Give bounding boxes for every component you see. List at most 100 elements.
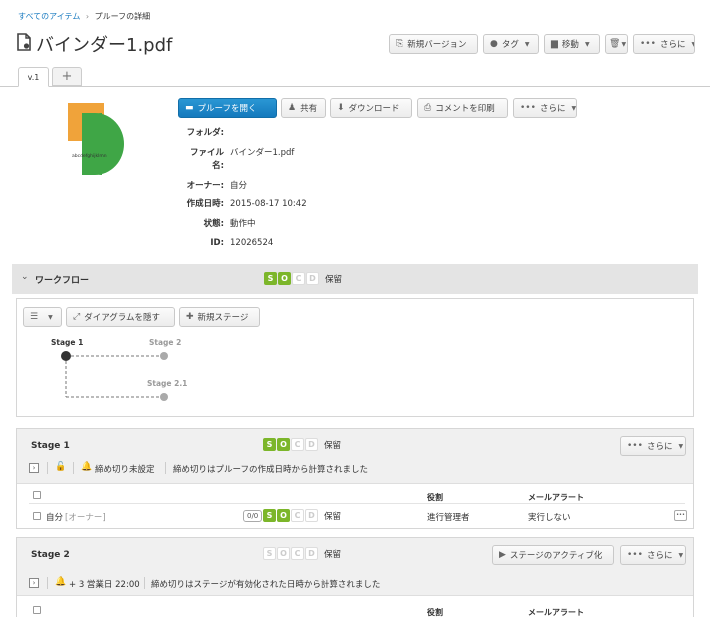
tag-label: タグ xyxy=(501,40,519,50)
stage2-node[interactable] xyxy=(160,352,168,360)
stage1-separator xyxy=(165,462,166,474)
stage1-expand-button[interactable]: › xyxy=(29,463,39,473)
stage2-deadline[interactable]: + 3 営業日 22:00 xyxy=(69,578,140,590)
chevron-down-icon: ⌄ xyxy=(21,272,29,282)
row-comment-count[interactable]: 0/0 xyxy=(243,510,263,522)
download-icon: ⬇ xyxy=(337,103,345,113)
stage2-select-all-checkbox[interactable] xyxy=(33,606,41,614)
unlock-icon[interactable]: 🔓 xyxy=(55,462,66,472)
row-menu-button[interactable]: ••• xyxy=(674,510,687,521)
status-d-badge: D xyxy=(305,509,318,522)
workflow-diagram xyxy=(61,351,168,401)
created-value: 2015-08-17 10:42 xyxy=(230,199,307,209)
row-alert: 実行しない xyxy=(528,513,571,523)
status-c-badge: C xyxy=(292,272,305,285)
delete-button[interactable]: 🗑 ▼ xyxy=(605,34,628,54)
row-status: S O C D 保留 xyxy=(263,509,341,522)
filename-value: バインダー1.pdf xyxy=(230,148,295,158)
move-button[interactable]: ▆ 移動 ▼ xyxy=(544,34,600,54)
stage1-more-button[interactable]: ••• さらに ▼ xyxy=(620,436,686,456)
download-button[interactable]: ⬇ ダウンロード xyxy=(330,98,412,118)
stage2-more-button[interactable]: ••• さらに ▼ xyxy=(620,545,686,565)
stage2-separator xyxy=(144,577,145,589)
stage1-select-all-checkbox[interactable] xyxy=(33,491,41,499)
row-role: 進行管理者 xyxy=(427,513,470,523)
folder-icon: ▆ xyxy=(551,39,558,49)
print-comments-label: コメントを印刷 xyxy=(435,104,495,114)
top-more-label: さらに xyxy=(659,40,686,50)
stage2-status: S O C D 保留 xyxy=(263,547,341,560)
proof-more-label: さらに xyxy=(539,104,566,114)
new-version-label: 新規バージョン xyxy=(407,40,467,50)
stage1-panel: Stage 1 S O C D 保留 ••• さらに ▼ › 🔓 🔔 締め切り未設定… xyxy=(16,428,694,529)
stage1-more-label: さらに xyxy=(646,442,673,452)
stage1-deadline-unset[interactable]: 締め切り未設定 xyxy=(95,463,155,475)
more-dots-icon: ••• xyxy=(627,441,643,451)
more-dots-icon: ••• xyxy=(627,550,643,560)
status-d-badge: D xyxy=(306,272,319,285)
stage1-separator xyxy=(73,462,74,474)
proof-thumbnail[interactable]: abcdefghijklmn xyxy=(68,103,126,177)
move-label: 移動 xyxy=(561,40,579,50)
new-version-button[interactable]: ⎘ 新規バージョン xyxy=(389,34,478,54)
bell-icon: 🔔 xyxy=(55,577,67,587)
proof-more-button[interactable]: ••• さらに ▼ xyxy=(513,98,577,118)
chevron-down-icon: ▼ xyxy=(571,104,577,112)
stage21-diagram-label: Stage 2.1 xyxy=(147,379,188,388)
row-status-text: 保留 xyxy=(324,511,342,522)
tab-add-button[interactable]: + xyxy=(52,67,82,86)
row-checkbox[interactable] xyxy=(33,512,41,520)
status-s-badge: S xyxy=(263,438,276,451)
stage2-title: Stage 2 xyxy=(31,550,70,560)
chevron-down-icon: ▼ xyxy=(691,41,694,48)
workflow-header[interactable]: ⌄ ワークフロー S O C D 保留 xyxy=(12,264,698,294)
filename-label-line1: ファイル xyxy=(189,148,224,158)
breadcrumb-root-link[interactable]: すべてのアイテム xyxy=(18,12,80,21)
table-row: 自分 [オーナー] 0/0 S O C D 保留 進行管理者 実行しない ••• xyxy=(17,507,693,525)
user-share-icon: ♟ xyxy=(288,103,297,113)
tab-version-1[interactable]: v.1 xyxy=(18,67,49,87)
status-c-badge: C xyxy=(291,547,304,560)
print-comments-button[interactable]: ⎙ コメントを印刷 xyxy=(417,98,508,118)
stage1-status: S O C D 保留 xyxy=(263,438,341,451)
stage1-row-divider xyxy=(29,503,685,504)
stage21-node[interactable] xyxy=(160,393,168,401)
thumbnail-text: abcdefghijklmn xyxy=(72,154,107,159)
stage2-col-role: 役割 xyxy=(427,608,443,617)
tab-version-label: v.1 xyxy=(27,73,40,82)
tag-icon: ● xyxy=(490,39,498,49)
id-label: ID: xyxy=(210,238,224,248)
chevron-down-icon: ▼ xyxy=(678,551,684,559)
stage2-expand-button[interactable]: › xyxy=(29,578,39,588)
download-label: ダウンロード xyxy=(348,104,400,114)
activate-stage-label: ステージのアクティブ化 xyxy=(509,551,603,561)
status-o-badge: O xyxy=(277,547,290,560)
stage2-diagram-label: Stage 2 xyxy=(149,338,182,347)
breadcrumb-separator: › xyxy=(85,12,90,21)
more-dots-icon: ••• xyxy=(640,39,656,49)
stage1-node[interactable] xyxy=(61,351,71,361)
activate-stage-button[interactable]: ▶ ステージのアクティブ化 xyxy=(492,545,614,565)
share-button[interactable]: ♟ 共有 xyxy=(281,98,326,118)
stage2-deadline-note: 締め切りはステージが有効化された日時から計算されました xyxy=(151,580,381,590)
top-more-button[interactable]: •••さらに ▼ xyxy=(633,34,695,54)
stage1-deadline-note: 締め切りはプルーフの作成日時から計算されました xyxy=(173,465,368,475)
comment-icon: ▬ xyxy=(185,103,194,113)
stage1-title: Stage 1 xyxy=(31,441,70,451)
status-c-badge: C xyxy=(291,509,304,522)
stage1-status-text: 保留 xyxy=(324,440,342,451)
breadcrumb: すべてのアイテム › プルーフの詳細 xyxy=(18,11,150,22)
share-label: 共有 xyxy=(300,104,318,114)
status-s-badge: S xyxy=(264,272,277,285)
tab-bar xyxy=(0,86,710,87)
chevron-down-icon: ▼ xyxy=(584,40,590,48)
stage1-col-alert: メールアラート xyxy=(528,493,584,502)
stage2-panel: Stage 2 S O C D 保留 ▶ ステージのアクティブ化 ••• さらに ▼ … xyxy=(16,537,694,617)
open-proof-label: プルーフを開く xyxy=(197,104,257,114)
tag-button[interactable]: ● タグ ▼ xyxy=(483,34,539,54)
chevron-down-icon: ▼ xyxy=(678,442,684,450)
created-label: 作成日時: xyxy=(186,199,224,209)
workflow-status-text: 保留 xyxy=(325,274,343,285)
open-proof-button[interactable]: ▬ プルーフを開く xyxy=(178,98,277,118)
printer-icon: ⎙ xyxy=(424,103,432,113)
